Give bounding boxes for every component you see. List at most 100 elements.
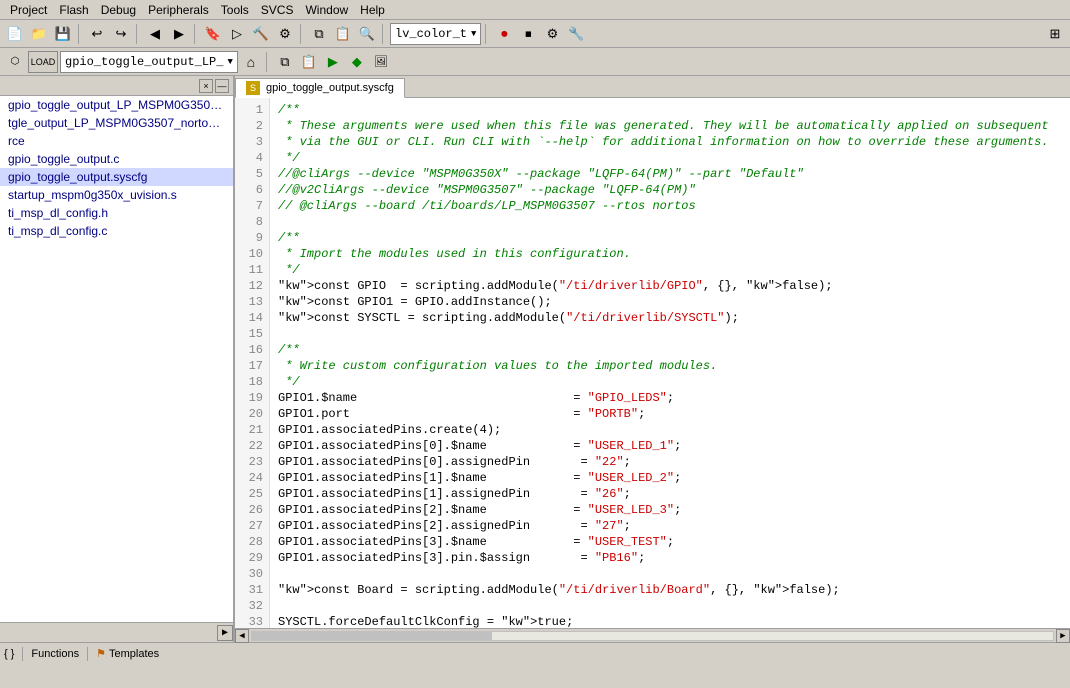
file-item[interactable]: startup_mspm0g350x_uvision.s <box>0 186 233 204</box>
menu-debug[interactable]: Debug <box>95 1 142 19</box>
redo-button[interactable]: ↪ <box>110 23 132 45</box>
menu-peripherals[interactable]: Peripherals <box>142 1 215 19</box>
new-button[interactable]: 📄 <box>4 23 26 45</box>
line-number: 19 <box>235 390 269 406</box>
line-number: 31 <box>235 582 269 598</box>
left-panel-footer: ▶ <box>0 622 233 642</box>
statusbar-functions[interactable]: Functions <box>31 648 79 660</box>
sep2 <box>136 24 140 44</box>
line-number: 16 <box>235 342 269 358</box>
find-btn[interactable]: 🔍 <box>356 23 378 45</box>
menu-window[interactable]: Window <box>299 1 354 19</box>
t2-cursor[interactable]: ⌂ <box>240 51 262 73</box>
code-line: "kw">const SYSCTL = scripting.addModule(… <box>278 310 1062 326</box>
line-number: 2 <box>235 118 269 134</box>
t2-green1[interactable]: ▶ <box>322 51 344 73</box>
config-btn[interactable]: ⊞ <box>1044 23 1066 45</box>
t2-green2[interactable]: ◆ <box>346 51 368 73</box>
line-number: 24 <box>235 470 269 486</box>
tab-label: gpio_toggle_output.syscfg <box>266 82 394 94</box>
code-line: * Import the modules used in this config… <box>278 246 1062 262</box>
menu-project[interactable]: Project <box>4 1 53 19</box>
status-sep1 <box>22 647 23 661</box>
line-number: 15 <box>235 326 269 342</box>
undo-button[interactable]: ↩ <box>86 23 108 45</box>
line-number: 5 <box>235 166 269 182</box>
hscroll-thumb[interactable] <box>252 632 492 640</box>
file-item[interactable]: ti_msp_dl_config.c <box>0 222 233 240</box>
project-dropdown[interactable]: gpio_toggle_output_LP_ ▼ <box>60 51 238 73</box>
code-line: */ <box>278 262 1062 278</box>
file-item[interactable]: tgle_output_LP_MSPM0G3507_nortos_keil <box>0 114 233 132</box>
forward-button[interactable]: ▶ <box>168 23 190 45</box>
copy-btn[interactable]: ⧉ <box>308 23 330 45</box>
run-btn[interactable]: ⏺ <box>493 23 515 45</box>
settings-btn[interactable]: ⚙ <box>274 23 296 45</box>
panel-minimize-btn[interactable]: — <box>215 79 229 93</box>
line-number: 8 <box>235 214 269 230</box>
save-button[interactable]: 💾 <box>52 23 74 45</box>
code-area[interactable]: /** * These arguments were used when thi… <box>270 98 1070 628</box>
code-line: GPIO1.associatedPins[0].$name = "USER_LE… <box>278 438 1062 454</box>
file-item[interactable]: rce <box>0 132 233 150</box>
code-line <box>278 598 1062 614</box>
editor-tab-syscfg[interactable]: S gpio_toggle_output.syscfg <box>235 78 405 98</box>
bookmark-toggle[interactable]: 🔖 <box>202 23 224 45</box>
left-panel: × — gpio_toggle_output_LP_MSPM0G3507_nor… <box>0 76 235 642</box>
t2-copy[interactable]: ⧉ <box>274 51 296 73</box>
menubar: Project Flash Debug Peripherals Tools SV… <box>0 0 1070 20</box>
left-panel-header: × — <box>0 76 233 96</box>
statusbar-templates[interactable]: ⚑ Templates <box>96 647 159 660</box>
line-number: 4 <box>235 150 269 166</box>
code-line <box>278 326 1062 342</box>
menu-help[interactable]: Help <box>354 1 391 19</box>
code-line: GPIO1.$name = "GPIO_LEDS"; <box>278 390 1062 406</box>
menu-flash[interactable]: Flash <box>53 1 94 19</box>
panel-close-btn[interactable]: × <box>199 79 213 93</box>
code-line: GPIO1.associatedPins[3].pin.$assign = "P… <box>278 550 1062 566</box>
line-number: 26 <box>235 502 269 518</box>
color-dropdown[interactable]: lv_color_t ▼ <box>390 23 481 45</box>
sep1 <box>78 24 82 44</box>
code-line: // @cliArgs --board /ti/boards/LP_MSPM0G… <box>278 198 1062 214</box>
line-number: 25 <box>235 486 269 502</box>
file-item[interactable]: gpio_toggle_output.c <box>0 150 233 168</box>
line-number: 6 <box>235 182 269 198</box>
line-number: 20 <box>235 406 269 422</box>
debug-btn[interactable]: ▷ <box>226 23 248 45</box>
build-btn[interactable]: 🔨 <box>250 23 272 45</box>
t2-load[interactable]: LOAD <box>28 51 58 73</box>
t2-paste[interactable]: 📋 <box>298 51 320 73</box>
back-button[interactable]: ◀ <box>144 23 166 45</box>
menu-svcs[interactable]: SVCS <box>255 1 300 19</box>
editor-hscroll[interactable]: ◀ ▶ <box>235 628 1070 642</box>
t2-btn1[interactable]: ⬡ <box>4 51 26 73</box>
scroll-right-button[interactable]: ▶ <box>217 625 233 641</box>
code-line: /** <box>278 342 1062 358</box>
line-number: 1 <box>235 102 269 118</box>
file-item[interactable]: gpio_toggle_output_LP_MSPM0G3507_nortos_… <box>0 96 233 114</box>
sep5 <box>382 24 386 44</box>
code-line: "kw">const GPIO1 = GPIO.addInstance(); <box>278 294 1062 310</box>
toolbar2: ⬡ LOAD gpio_toggle_output_LP_ ▼ ⌂ ⧉ 📋 ▶ … <box>0 48 1070 76</box>
hscroll-track[interactable] <box>251 631 1054 641</box>
step-btn[interactable]: ⚙ <box>541 23 563 45</box>
hscroll-left[interactable]: ◀ <box>235 629 249 643</box>
statusbar-curly[interactable]: { } <box>4 648 14 660</box>
open-button[interactable]: 📁 <box>28 23 50 45</box>
editor-content: 1234567891011121314151617181920212223242… <box>235 98 1070 628</box>
file-item-active[interactable]: gpio_toggle_output.syscfg <box>0 168 233 186</box>
line-number: 9 <box>235 230 269 246</box>
file-item[interactable]: ti_msp_dl_config.h <box>0 204 233 222</box>
line-number: 27 <box>235 518 269 534</box>
code-line: GPIO1.associatedPins.create(4); <box>278 422 1062 438</box>
menu-tools[interactable]: Tools <box>215 1 255 19</box>
paste-btn[interactable]: 📋 <box>332 23 354 45</box>
extra-btn[interactable]: 🔧 <box>565 23 587 45</box>
hscroll-right[interactable]: ▶ <box>1056 629 1070 643</box>
stop-btn[interactable]: ⏹ <box>517 23 539 45</box>
code-line: SYSCTL.forceDefaultClkConfig = "kw">true… <box>278 614 1062 628</box>
editor-area: S gpio_toggle_output.syscfg 123456789101… <box>235 76 1070 642</box>
line-number: 18 <box>235 374 269 390</box>
t2-img[interactable]: 🖼 <box>370 51 392 73</box>
